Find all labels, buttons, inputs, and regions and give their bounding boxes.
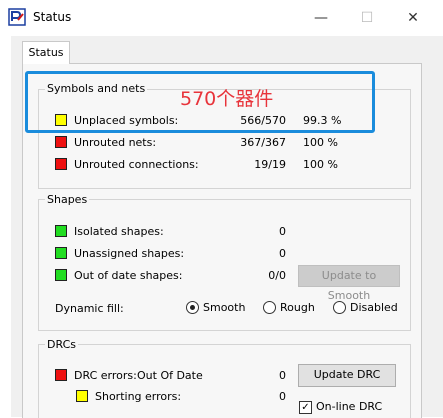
dynamic-fill-label: Dynamic fill: bbox=[55, 302, 124, 315]
unassigned-count: 0 bbox=[279, 247, 286, 260]
smooth-radio-dot bbox=[190, 305, 195, 310]
shorting-status-square bbox=[76, 390, 88, 402]
shapes-label: Shapes bbox=[45, 193, 90, 206]
unrouted-connections-percent: 100 % bbox=[303, 158, 338, 171]
disabled-radio[interactable] bbox=[333, 301, 346, 314]
out-of-date-status-square bbox=[55, 269, 67, 281]
panel-edge bbox=[420, 63, 443, 417]
online-drc-label[interactable]: On-line DRC bbox=[316, 400, 382, 413]
disabled-option-label[interactable]: Disabled bbox=[350, 301, 398, 314]
rough-option-label[interactable]: Rough bbox=[280, 301, 315, 314]
unrouted-nets-count: 367/367 bbox=[240, 136, 286, 149]
unrouted-connections-label: Unrouted connections: bbox=[74, 158, 199, 171]
unrouted-nets-label: Unrouted nets: bbox=[74, 136, 157, 149]
close-button[interactable]: ✕ bbox=[390, 4, 436, 32]
unassigned-status-square bbox=[55, 247, 67, 259]
smooth-radio[interactable] bbox=[186, 301, 199, 314]
drc-errors-label: DRC errors: bbox=[74, 369, 137, 382]
tab-status[interactable]: Status bbox=[22, 41, 70, 64]
maximize-button[interactable]: ☐ bbox=[344, 4, 390, 32]
title-bar: Status — ☐ ✕ bbox=[0, 0, 443, 36]
annotation-text: 570个器件 bbox=[180, 88, 274, 110]
out-of-date-label: Out of date shapes: bbox=[74, 269, 183, 282]
update-to-smooth-button[interactable]: Update to Smooth bbox=[298, 265, 400, 302]
drc-errors-count: 0 bbox=[279, 369, 286, 382]
isolated-label: Isolated shapes: bbox=[74, 225, 164, 238]
shorting-errors-count: 0 bbox=[279, 390, 286, 403]
unrouted-connections-status-square bbox=[55, 158, 67, 170]
update-drc-button[interactable]: Update DRC bbox=[298, 364, 396, 387]
unrouted-nets-status-square bbox=[55, 136, 67, 148]
drcs-label: DRCs bbox=[45, 338, 78, 351]
isolated-status-square bbox=[55, 225, 67, 237]
window-title: Status bbox=[33, 10, 72, 24]
online-drc-checkbox[interactable]: ✓ bbox=[299, 401, 312, 414]
unrouted-connections-count: 19/19 bbox=[254, 158, 286, 171]
drc-status-text: Out Of Date bbox=[137, 369, 203, 382]
drc-errors-status-square bbox=[55, 369, 67, 381]
minimize-button[interactable]: — bbox=[298, 4, 344, 32]
smooth-option-label[interactable]: Smooth bbox=[203, 301, 245, 314]
shorting-errors-label: Shorting errors: bbox=[95, 390, 182, 403]
unrouted-nets-percent: 100 % bbox=[303, 136, 338, 149]
out-of-date-count: 0/0 bbox=[268, 269, 286, 282]
app-icon bbox=[8, 8, 26, 26]
rough-radio[interactable] bbox=[263, 301, 276, 314]
unassigned-label: Unassigned shapes: bbox=[74, 247, 185, 260]
isolated-count: 0 bbox=[279, 225, 286, 238]
